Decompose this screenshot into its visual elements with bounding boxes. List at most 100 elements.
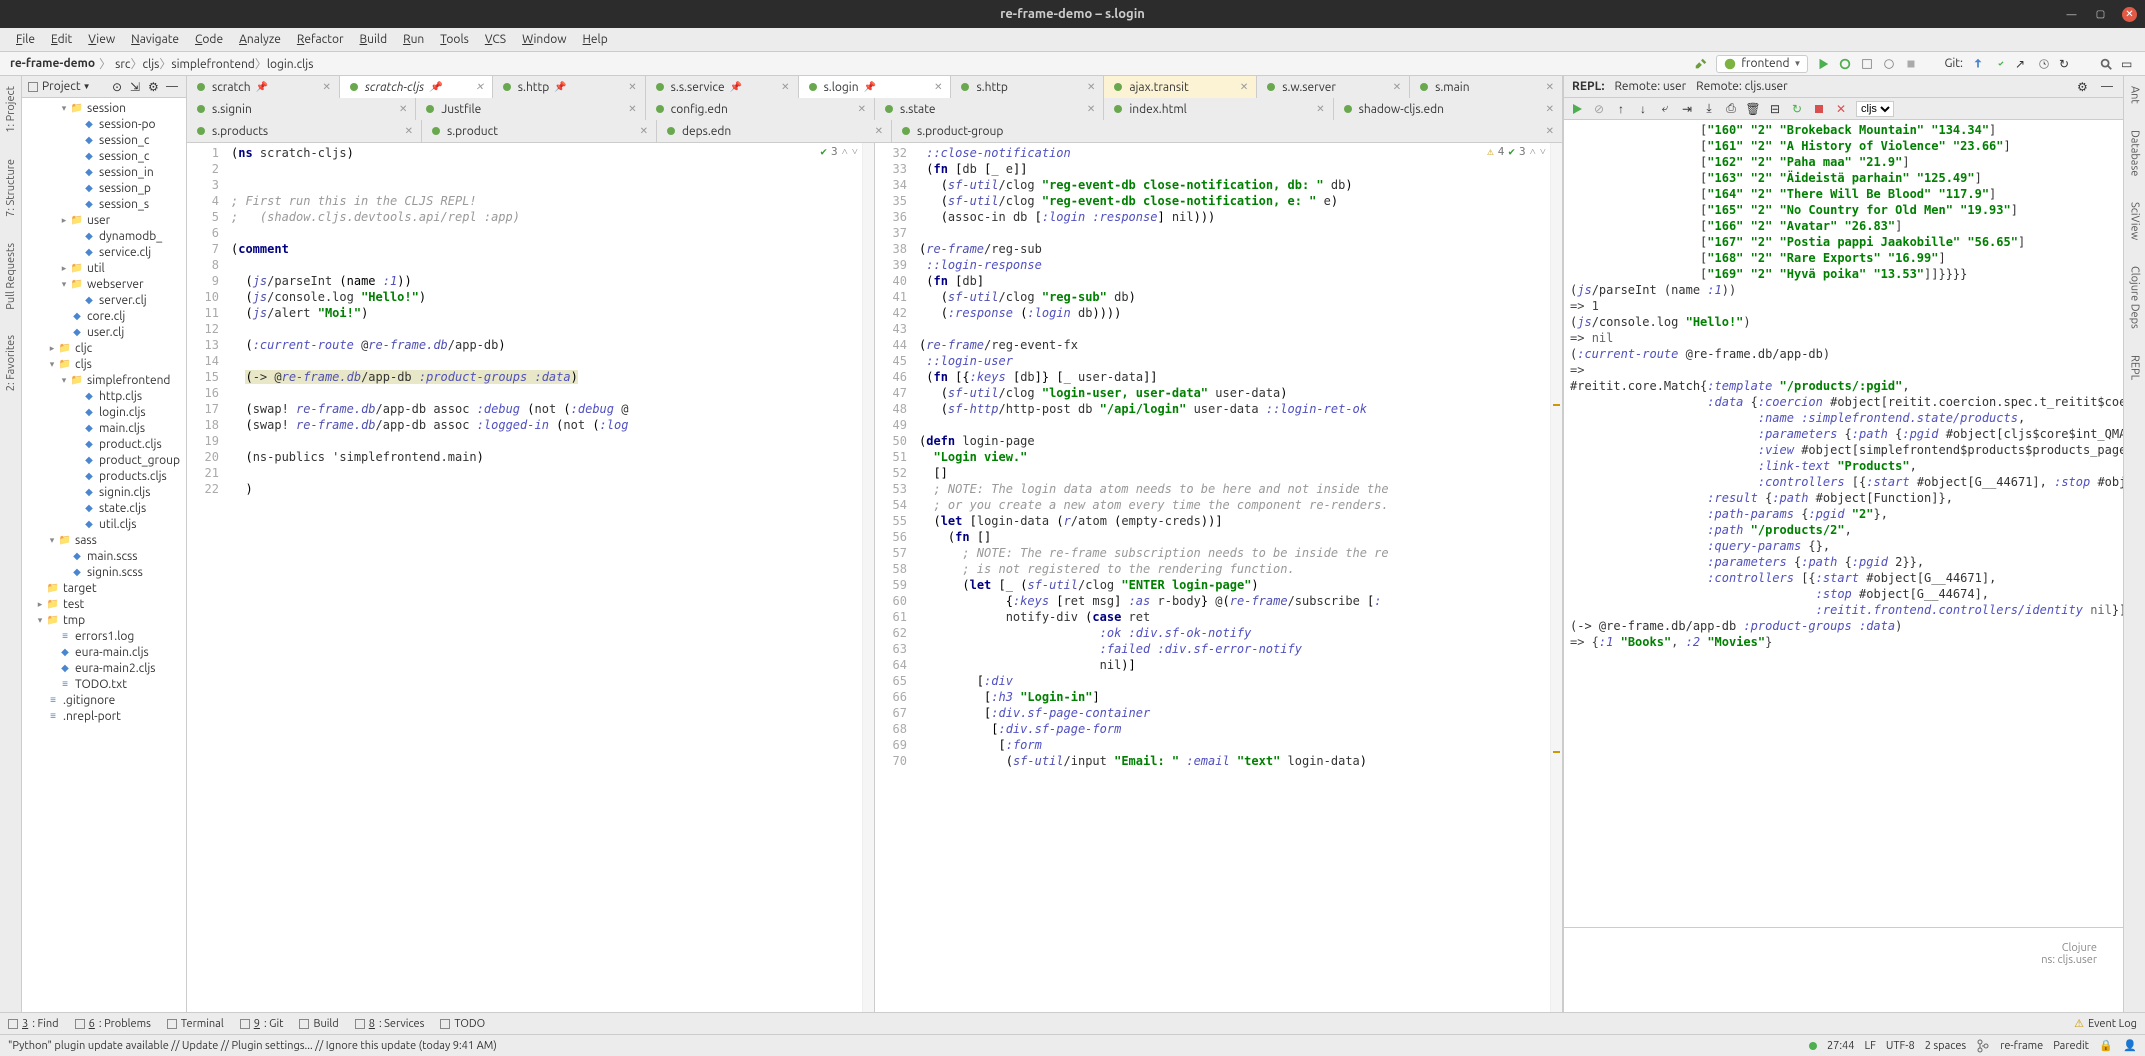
- editor-left[interactable]: 12345678910111213141516171819202122 (ns …: [187, 143, 875, 1012]
- git-commit-icon[interactable]: [1993, 57, 2007, 71]
- tree-item[interactable]: ◆session_in: [22, 164, 186, 180]
- editor-tab[interactable]: scratch📌✕: [187, 76, 340, 98]
- breadcrumb-part[interactable]: simplefrontend: [171, 58, 254, 71]
- menu-refactor[interactable]: Refactor: [289, 33, 352, 46]
- editor-tab[interactable]: s.products✕: [187, 120, 422, 142]
- tool-tab-database[interactable]: Database: [2129, 126, 2141, 180]
- tree-item[interactable]: ◆eura-main2.cljs: [22, 660, 186, 676]
- tree-item[interactable]: ◆http.cljs: [22, 388, 186, 404]
- tree-item[interactable]: ≡.nrepl-port: [22, 708, 186, 724]
- menu-navigate[interactable]: Navigate: [123, 33, 187, 46]
- close-button[interactable]: ✕: [2122, 7, 2137, 22]
- up-icon[interactable]: ↑: [1614, 102, 1628, 116]
- line-separator[interactable]: LF: [1864, 1040, 1875, 1052]
- hide-icon[interactable]: —: [166, 80, 180, 94]
- repl-remote-2[interactable]: Remote: cljs.user: [1696, 80, 1788, 93]
- tool-tab-sciview[interactable]: SciView: [2129, 198, 2141, 244]
- editor-tab[interactable]: scratch-cljs📌✕: [340, 76, 493, 98]
- error-stripe[interactable]: [1550, 143, 1562, 1012]
- coverage-icon[interactable]: [1860, 57, 1874, 71]
- bottom-tab-git[interactable]: 9: Git: [240, 1018, 284, 1030]
- lock-icon[interactable]: 🔒: [2099, 1039, 2113, 1053]
- tree-item[interactable]: ▾📁sass: [22, 532, 186, 548]
- editor-tab[interactable]: shadow-cljs.edn✕: [1334, 98, 1563, 120]
- repl-remote-1[interactable]: Remote: user: [1614, 80, 1686, 93]
- menu-build[interactable]: Build: [352, 33, 396, 46]
- close-tab-icon[interactable]: ✕: [858, 103, 866, 115]
- inspection-ok-icon[interactable]: ✔: [820, 145, 827, 158]
- menu-run[interactable]: Run: [395, 33, 432, 46]
- run-config-selector[interactable]: frontend ▼: [1716, 55, 1808, 73]
- editor-tab[interactable]: s.http✕: [951, 76, 1104, 98]
- run-icon[interactable]: [1816, 57, 1830, 71]
- tree-item[interactable]: ◆product.cljs: [22, 436, 186, 452]
- close-tab-icon[interactable]: ✕: [323, 81, 331, 93]
- editor-tab[interactable]: s.http📌✕: [493, 76, 646, 98]
- hammer-icon[interactable]: [1694, 57, 1708, 71]
- hide-icon[interactable]: —: [2101, 80, 2115, 94]
- tree-item[interactable]: ▸📁test: [22, 596, 186, 612]
- paredit-status[interactable]: Paredit: [2053, 1040, 2089, 1052]
- pin-icon[interactable]: 📌: [864, 81, 876, 93]
- git-branch[interactable]: re-frame: [2000, 1040, 2043, 1052]
- gear-icon[interactable]: ⚙: [148, 80, 162, 94]
- editor-tab[interactable]: deps.edn✕: [657, 120, 892, 142]
- tool-tab-project[interactable]: 1: Project: [5, 82, 17, 137]
- tree-item[interactable]: ≡errors1.log: [22, 628, 186, 644]
- close-tab-icon[interactable]: ✕: [405, 125, 413, 137]
- next-highlight-icon[interactable]: ˅: [1540, 145, 1546, 158]
- tree-item[interactable]: ◆product_group: [22, 452, 186, 468]
- menu-analyze[interactable]: Analyze: [231, 33, 289, 46]
- close-tab-icon[interactable]: ✕: [628, 103, 636, 115]
- breadcrumb-part[interactable]: cljs: [143, 58, 160, 71]
- menu-vcs[interactable]: VCS: [477, 33, 514, 46]
- tree-item[interactable]: ◆session-po: [22, 116, 186, 132]
- menu-tools[interactable]: Tools: [432, 33, 477, 46]
- down-icon[interactable]: ↓: [1636, 102, 1650, 116]
- editor-tab[interactable]: s.main✕: [1410, 76, 1563, 98]
- close-tab-icon[interactable]: ✕: [1546, 103, 1554, 115]
- tree-item[interactable]: ▸📁cljc: [22, 340, 186, 356]
- editor-tab[interactable]: config.edn✕: [646, 98, 875, 120]
- tool-tab-pullrequests[interactable]: Pull Requests: [5, 239, 17, 314]
- menu-edit[interactable]: Edit: [43, 33, 80, 46]
- close-tab-icon[interactable]: ✕: [1393, 81, 1401, 93]
- repl-input[interactable]: [1564, 927, 2123, 1012]
- ide-settings-icon[interactable]: ▭: [2121, 57, 2135, 71]
- indent-info[interactable]: 2 spaces: [1925, 1040, 1967, 1052]
- tree-item[interactable]: ◆signin.scss: [22, 564, 186, 580]
- close-tab-icon[interactable]: ✕: [934, 81, 942, 93]
- bottom-tab-build[interactable]: Build: [299, 1018, 338, 1030]
- tool-tab-clojuredeps[interactable]: Clojure Deps: [2129, 262, 2141, 333]
- tree-item[interactable]: ◆server.clj: [22, 292, 186, 308]
- tree-item[interactable]: ◆core.clj: [22, 308, 186, 324]
- status-message[interactable]: "Python" plugin update available // Upda…: [8, 1040, 497, 1052]
- menu-code[interactable]: Code: [187, 33, 231, 46]
- bottom-tab-terminal[interactable]: Terminal: [167, 1018, 224, 1030]
- close-tab-icon[interactable]: ✕: [1546, 125, 1554, 137]
- bottom-tab-problems[interactable]: 6: Problems: [75, 1018, 151, 1030]
- expand-icon[interactable]: ⇲: [130, 80, 144, 94]
- menu-file[interactable]: File: [8, 33, 43, 46]
- tool-tab-favorites[interactable]: 2: Favorites: [5, 331, 17, 395]
- tree-item[interactable]: ▾📁session: [22, 100, 186, 116]
- inspection-warn-icon[interactable]: ⚠: [1487, 145, 1494, 158]
- menu-view[interactable]: View: [80, 33, 123, 46]
- print-icon[interactable]: ⎙: [1724, 102, 1738, 116]
- git-history-icon[interactable]: [2037, 57, 2051, 71]
- close-tab-icon[interactable]: ✕: [1316, 103, 1324, 115]
- memory-icon[interactable]: 👤: [2123, 1039, 2137, 1053]
- tool-tab-structure[interactable]: 7: Structure: [5, 155, 17, 221]
- bottom-tab-find[interactable]: 3: Find: [8, 1018, 59, 1030]
- bottom-tab-services[interactable]: 8: Services: [355, 1018, 425, 1030]
- close-tab-icon[interactable]: ✕: [399, 103, 407, 115]
- interrupt-icon[interactable]: ⊟: [1768, 102, 1782, 116]
- tree-item[interactable]: ▾📁simplefrontend: [22, 372, 186, 388]
- tree-item[interactable]: ≡TODO.txt: [22, 676, 186, 692]
- status-indicator-icon[interactable]: [1809, 1042, 1817, 1050]
- close-tab-icon[interactable]: ✕: [1087, 81, 1095, 93]
- error-stripe[interactable]: [862, 143, 874, 1012]
- editor-tab[interactable]: s.w.server✕: [1257, 76, 1410, 98]
- pin-icon[interactable]: 📌: [429, 81, 441, 93]
- git-rollback-icon[interactable]: ↻: [2059, 57, 2073, 71]
